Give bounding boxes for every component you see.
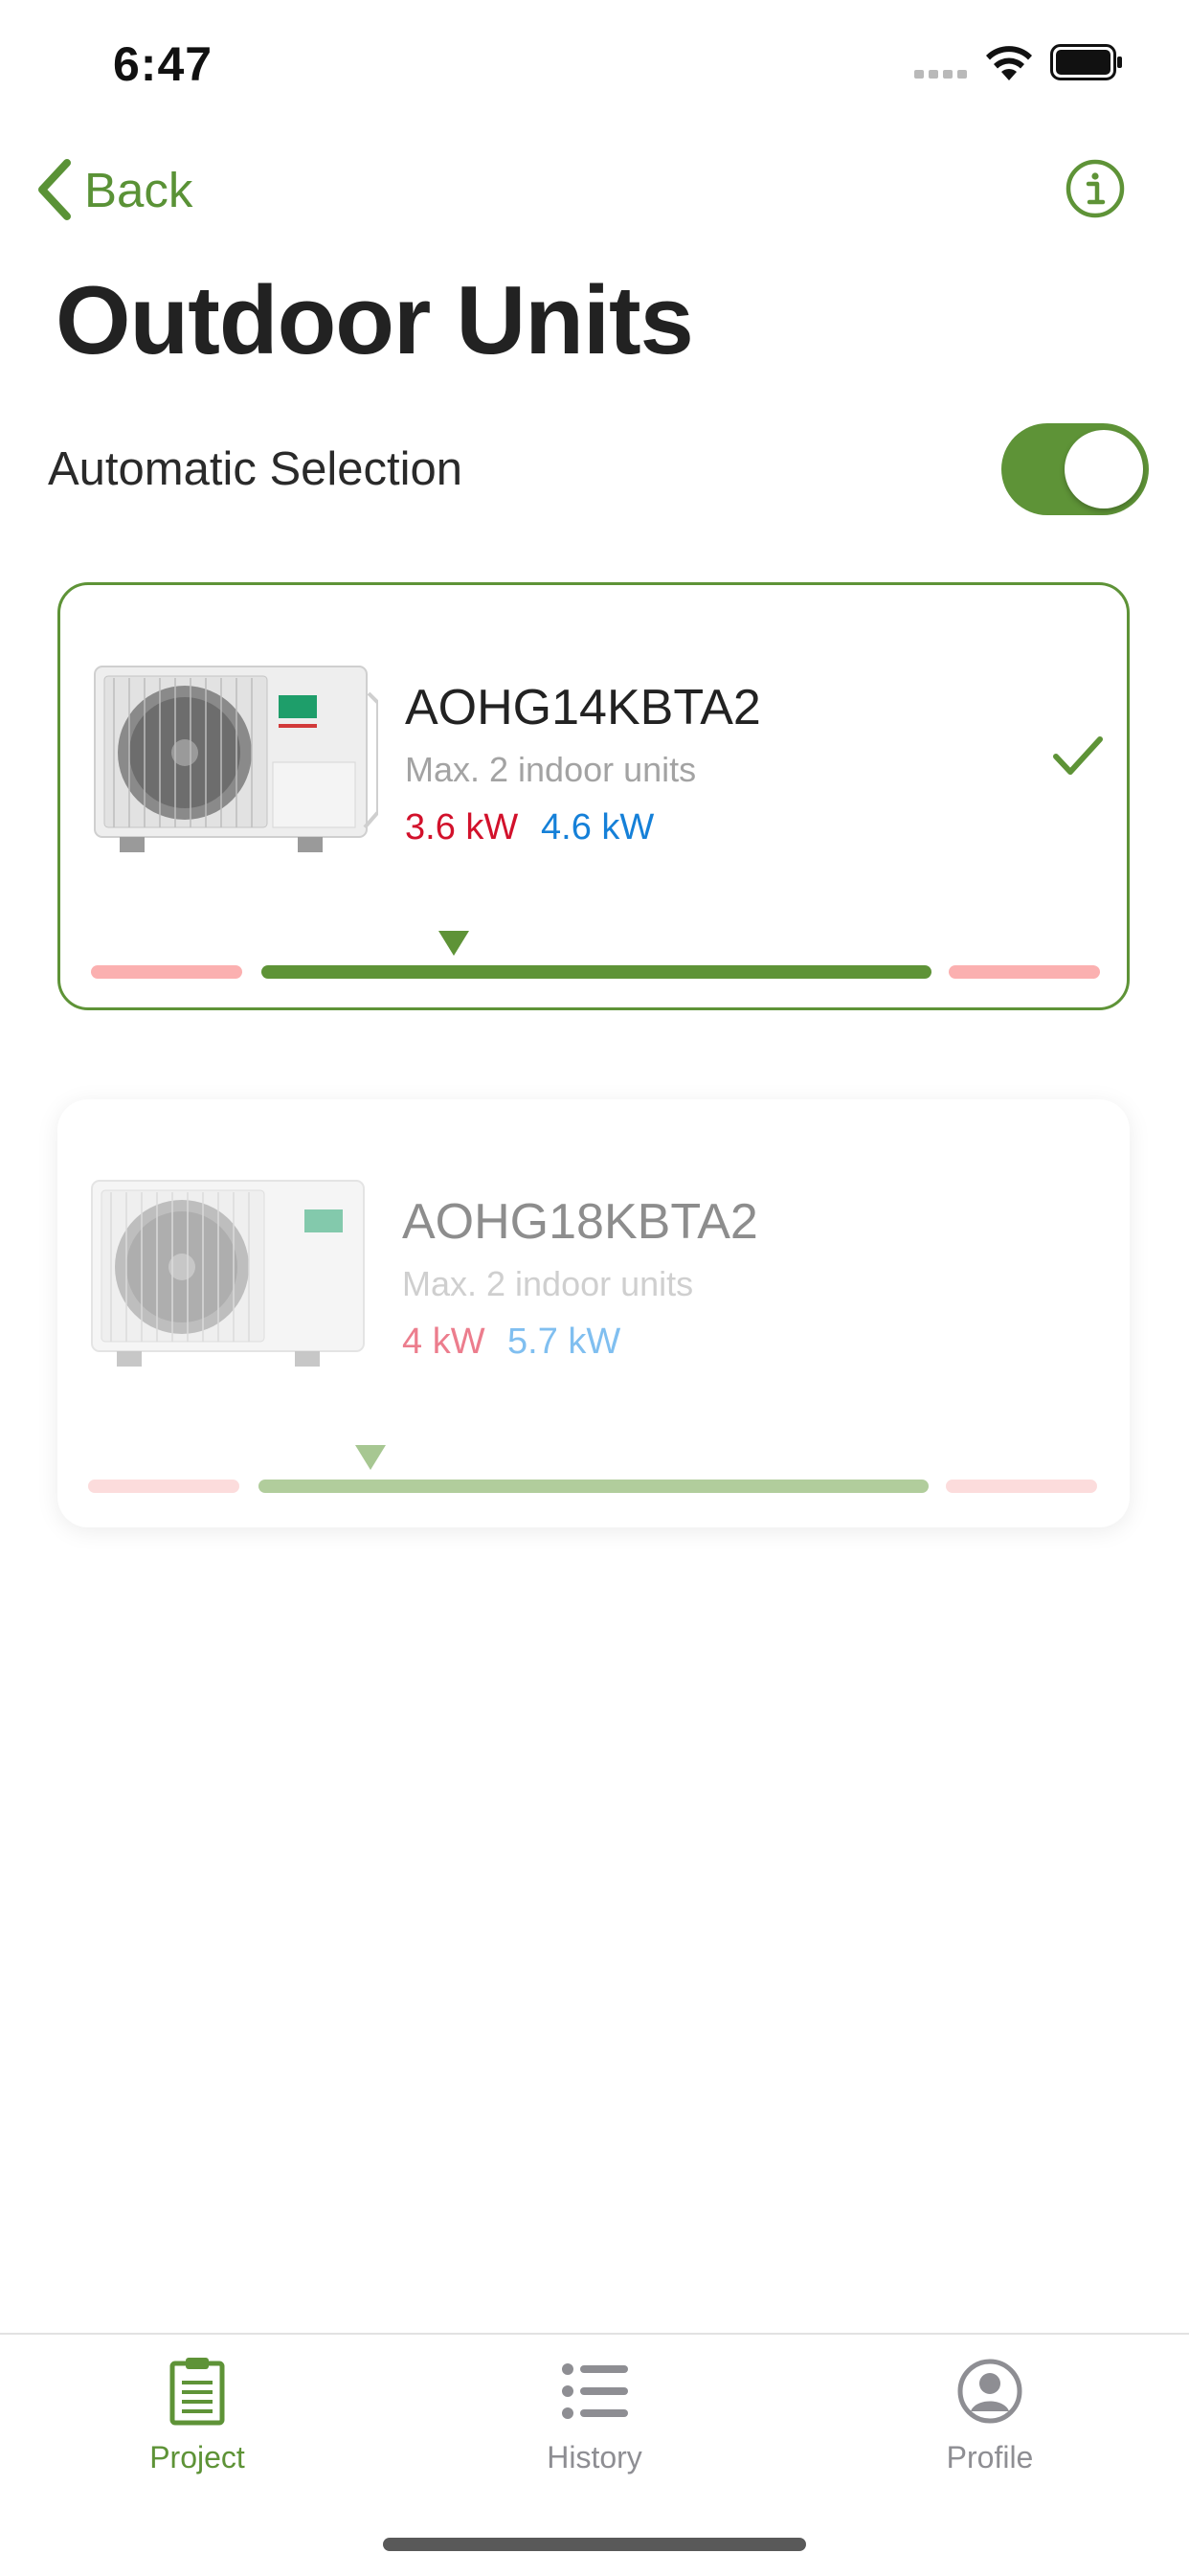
info-circle-icon[interactable] — [1065, 158, 1126, 219]
tab-project[interactable]: Project — [92, 2356, 303, 2499]
automatic-selection-toggle[interactable] — [1001, 423, 1149, 515]
cellular-signal-icon — [914, 69, 970, 79]
heating-capacity: 4.6 kW — [541, 807, 655, 847]
unit-card-aohg18kbta2[interactable]: AOHG18KBTA2 Max. 2 indoor units 4 kW 5.7… — [57, 1099, 1130, 1527]
cooling-capacity: 4 kW — [402, 1322, 485, 1362]
tab-history[interactable]: History — [489, 2356, 700, 2499]
unit-capacity-note: Max. 2 indoor units — [405, 750, 697, 789]
range-bar-under — [91, 965, 242, 979]
page-title: Outdoor Units — [56, 267, 694, 374]
automatic-selection-label: Automatic Selection — [48, 443, 463, 495]
load-marker-icon — [355, 1445, 386, 1470]
tab-label: Project — [149, 2440, 245, 2474]
back-label: Back — [84, 162, 193, 217]
range-bar-under — [88, 1480, 239, 1493]
checkmark-icon — [1053, 736, 1103, 775]
range-bar-over — [949, 965, 1100, 979]
clipboard-icon — [169, 2358, 225, 2426]
status-time: 6:47 — [113, 37, 213, 91]
wifi-icon — [986, 46, 1032, 80]
range-bar-over — [946, 1480, 1097, 1493]
range-bar-optimal — [261, 965, 931, 979]
range-bar-optimal — [258, 1480, 929, 1493]
cooling-capacity: 3.6 kW — [405, 807, 519, 847]
tab-profile[interactable]: Profile — [885, 2356, 1095, 2499]
list-icon — [562, 2363, 628, 2419]
back-button[interactable]: Back — [33, 153, 192, 226]
unit-capacity-note: Max. 2 indoor units — [402, 1264, 694, 1303]
unit-card-aohg14kbta2[interactable]: AOHG14KBTA2 Max. 2 indoor units 3.6 kW 4… — [57, 582, 1130, 1010]
chevron-left-icon — [38, 159, 71, 220]
home-indicator — [383, 2538, 806, 2551]
outdoor-unit-image — [94, 666, 378, 852]
tab-label: History — [547, 2440, 642, 2474]
unit-model: AOHG18KBTA2 — [402, 1194, 758, 1250]
load-marker-icon — [438, 931, 469, 956]
heating-capacity: 5.7 kW — [507, 1322, 621, 1362]
user-circle-icon — [957, 2359, 1022, 2424]
unit-model: AOHG14KBTA2 — [405, 680, 761, 735]
toggle-knob — [1065, 430, 1143, 508]
outdoor-unit-image — [91, 1180, 365, 1367]
battery-icon — [1050, 44, 1122, 80]
tab-label: Profile — [946, 2440, 1034, 2474]
